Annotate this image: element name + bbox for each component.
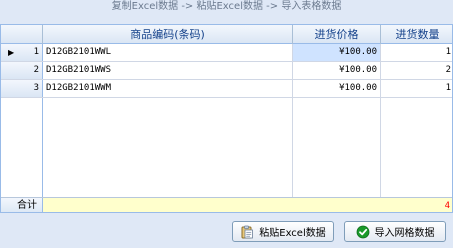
cell-code[interactable]: D12GB2101WWL — [43, 44, 293, 61]
summary-qty-total: 4 — [444, 201, 450, 211]
grid-header: 商品编码(条码) 进货价格 进货数量 — [1, 25, 452, 44]
cell-price[interactable]: ¥100.00 — [293, 44, 381, 61]
row-number: 1 — [33, 47, 39, 57]
data-grid[interactable]: 商品编码(条码) 进货价格 进货数量 ▶ 1 D12GB2101WWL ¥100… — [0, 24, 453, 213]
check-circle-icon — [356, 225, 370, 239]
table-row[interactable]: ▶ 1 D12GB2101WWL ¥100.00 1 — [1, 44, 452, 62]
clipboard-paste-icon — [240, 225, 254, 239]
cell-code[interactable]: D12GB2101WWM — [43, 80, 293, 97]
header-corner — [1, 25, 43, 44]
paste-excel-button-label: 粘贴Excel数据 — [259, 228, 326, 239]
column-divider — [380, 98, 381, 197]
row-header[interactable]: ▶ 1 — [1, 44, 43, 61]
cell-code[interactable]: D12GB2101WWS — [43, 62, 293, 79]
import-grid-button[interactable]: 导入网格数据 — [344, 221, 446, 242]
header-hint: 复制Excel数据 -> 粘贴Excel数据 -> 导入表格数据 — [0, 0, 453, 14]
cell-qty[interactable]: 1 — [381, 80, 452, 97]
table-row[interactable]: 2 D12GB2101WWS ¥100.00 2 — [1, 62, 452, 80]
column-divider — [292, 98, 293, 197]
cell-qty[interactable]: 2 — [381, 62, 452, 79]
row-number: 2 — [33, 65, 39, 75]
column-header-price[interactable]: 进货价格 — [293, 25, 381, 44]
column-header-code[interactable]: 商品编码(条码) — [43, 25, 293, 44]
cell-price[interactable]: ¥100.00 — [293, 62, 381, 79]
paste-excel-button[interactable]: 粘贴Excel数据 — [232, 221, 334, 242]
summary-row: 合计 4 — [1, 197, 452, 212]
table-row[interactable]: 3 D12GB2101WWM ¥100.00 1 — [1, 80, 452, 98]
row-header[interactable]: 3 — [1, 80, 43, 97]
summary-label: 合计 — [1, 198, 43, 212]
current-row-arrow-icon: ▶ — [8, 48, 15, 57]
import-grid-button-label: 导入网格数据 — [374, 228, 435, 239]
cell-price[interactable]: ¥100.00 — [293, 80, 381, 97]
grid-empty-area[interactable] — [1, 98, 452, 197]
row-header[interactable]: 2 — [1, 62, 43, 79]
column-header-qty[interactable]: 进货数量 — [381, 25, 452, 44]
cell-qty[interactable]: 1 — [381, 44, 452, 61]
row-number: 3 — [33, 83, 39, 93]
row-header-divider — [42, 98, 43, 197]
